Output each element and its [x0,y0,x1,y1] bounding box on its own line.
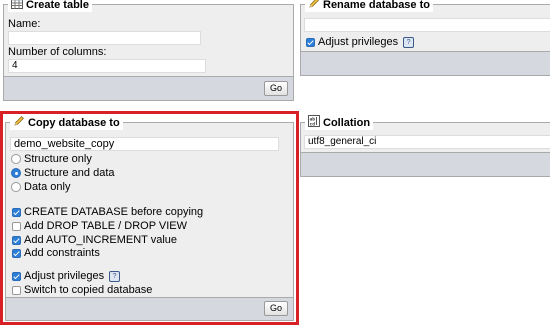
switch-database-label: Switch to copied database [24,284,153,296]
structure-only-radio[interactable] [11,154,21,164]
rename-adjust-privileges-row[interactable]: Adjust privileges ? [306,36,415,48]
switch-database-checkbox[interactable] [12,285,21,295]
drop-table-row[interactable]: Add DROP TABLE / DROP VIEW [12,220,187,232]
switch-database-row[interactable]: Switch to copied database [12,284,152,296]
collation-icon: ab cd [308,115,320,130]
table-name-input[interactable] [8,31,201,45]
rename-database-footer [301,51,550,75]
structure-and-data-label: Structure and data [24,167,115,179]
drop-table-checkbox[interactable] [12,221,21,231]
create-table-go-button[interactable]: Go [263,81,288,96]
copy-database-title: Copy database to [28,116,120,129]
rename-database-input[interactable] [304,18,550,32]
structure-and-data-radio[interactable] [11,168,21,178]
create-database-row[interactable]: CREATE DATABASE before copying [12,206,203,218]
option-structure-and-data[interactable]: Structure and data [11,167,115,179]
help-icon[interactable]: ? [109,270,121,282]
copy-database-name-input[interactable]: demo_website_copy [10,137,279,151]
copy-database-legend: Copy database to [10,115,123,130]
create-table-legend: Create table [8,0,92,12]
pencil-icon [13,115,25,130]
create-database-checkbox[interactable] [12,207,21,217]
columns-input[interactable]: 4 [8,59,206,73]
rename-adjust-privileges-checkbox[interactable] [306,37,315,47]
table-name-label: Name: [8,18,41,30]
auto-increment-label: Add AUTO_INCREMENT value [24,234,178,246]
help-icon[interactable]: ? [403,36,415,48]
option-structure-only[interactable]: Structure only [11,153,92,165]
table-icon [11,0,23,12]
rename-database-title: Rename database to [323,0,430,11]
structure-only-label: Structure only [24,153,92,165]
svg-text:cd: cd [310,122,316,128]
add-constraints-label: Add constraints [24,247,100,259]
auto-increment-checkbox[interactable] [12,235,21,245]
copy-database-go-button[interactable]: Go [263,301,288,316]
drop-table-label: Add DROP TABLE / DROP VIEW [24,220,188,232]
create-table-footer: Go [4,76,293,100]
collation-footer [301,152,550,176]
create-table-panel: Create table Name: Number of columns: 4 … [3,0,294,101]
copy-adjust-privileges-row[interactable]: Adjust privileges ? [12,270,121,282]
collation-select[interactable]: utf8_general_ci [304,135,550,149]
create-database-label: CREATE DATABASE before copying [24,206,204,218]
columns-label: Number of columns: [8,46,107,58]
copy-database-panel: Copy database to demo_website_copy Struc… [5,115,294,321]
copy-adjust-privileges-label: Adjust privileges [24,270,105,282]
copy-adjust-privileges-checkbox[interactable] [12,271,21,281]
auto-increment-row[interactable]: Add AUTO_INCREMENT value [12,234,177,246]
collation-legend: ab cd Collation [305,115,374,130]
copy-database-footer: Go [6,297,293,320]
collation-panel: ab cd Collation utf8_general_ci [300,115,550,177]
collation-title: Collation [323,116,371,129]
rename-database-legend: Rename database to [305,0,433,12]
option-data-only[interactable]: Data only [11,181,70,193]
pencil-icon [308,0,320,12]
create-table-title: Create table [26,0,89,11]
add-constraints-row[interactable]: Add constraints [12,247,100,259]
add-constraints-checkbox[interactable] [12,248,21,258]
rename-database-panel: Rename database to Adjust privileges ? [300,0,550,76]
data-only-label: Data only [24,181,71,193]
data-only-radio[interactable] [11,182,21,192]
rename-adjust-privileges-label: Adjust privileges [318,36,399,48]
